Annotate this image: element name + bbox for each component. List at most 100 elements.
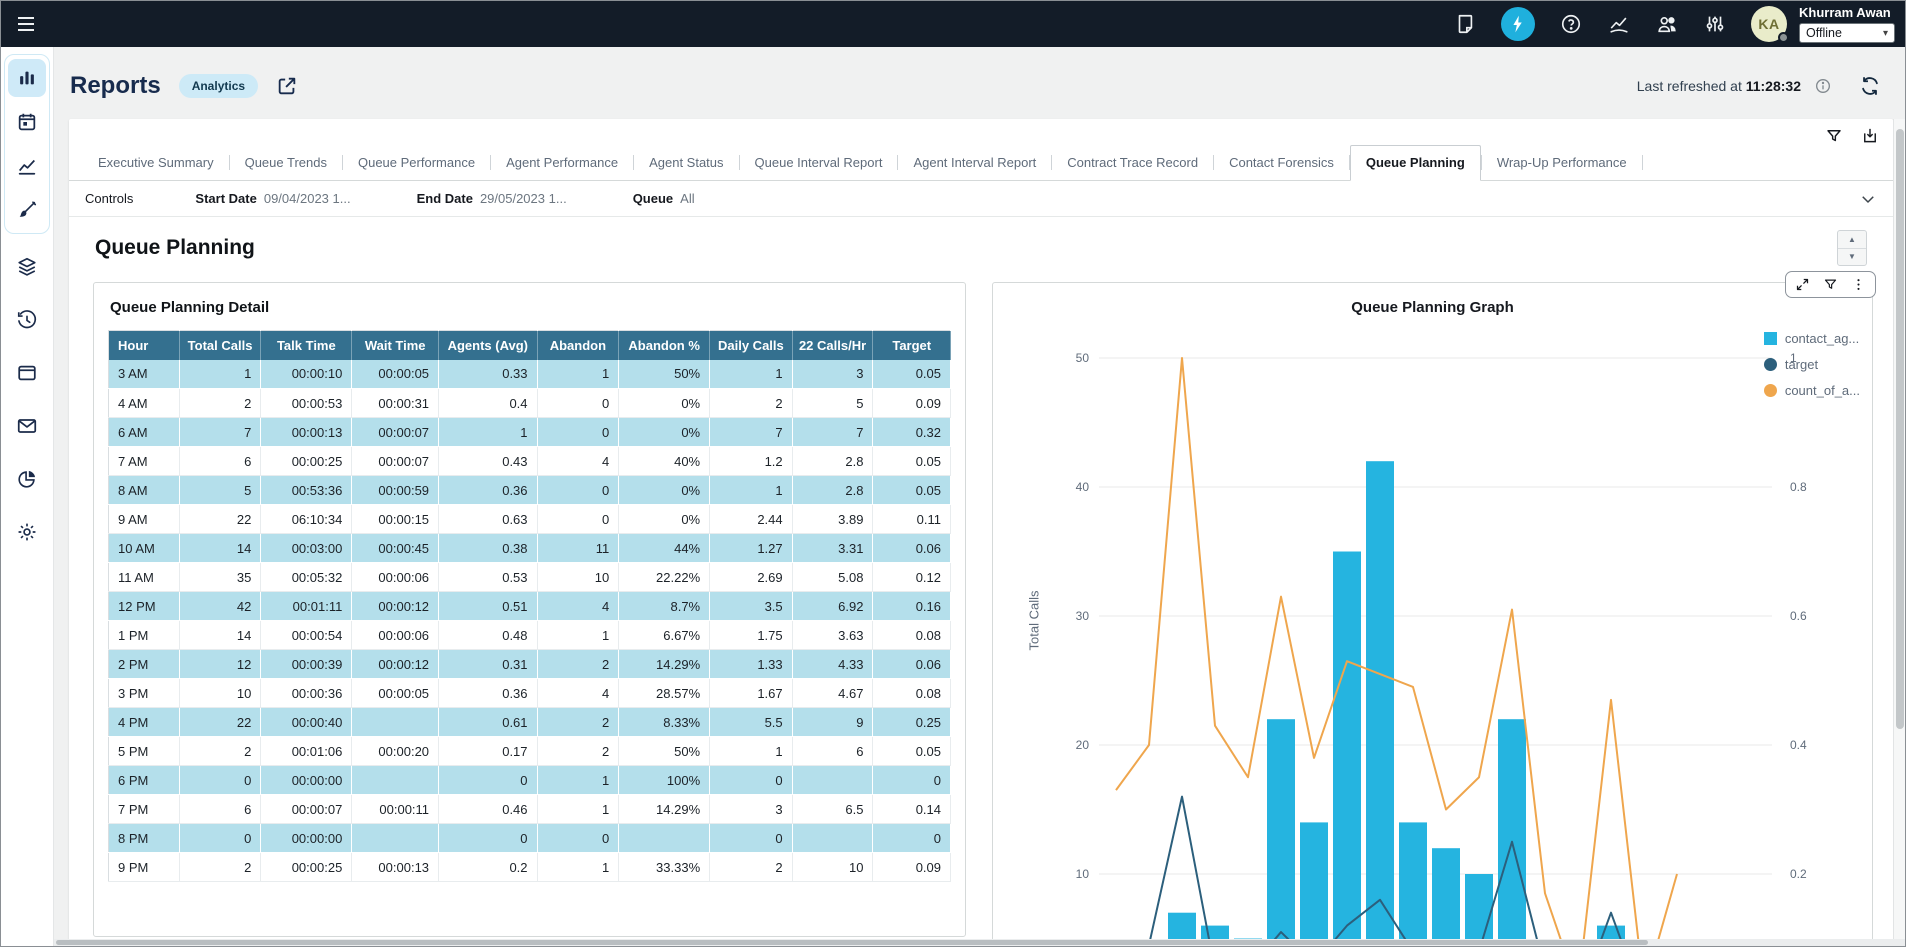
- controls-collapse-chevron-icon[interactable]: [1859, 190, 1877, 208]
- expand-icon[interactable]: [1795, 277, 1810, 292]
- table-cell: 0.14: [873, 795, 951, 824]
- table-row-4-pm: 4 PM2200:00:400.6128.33%5.590.25: [109, 708, 951, 737]
- bar-2-pm[interactable]: [1432, 848, 1460, 941]
- table-cell: 1.33: [710, 650, 793, 679]
- bar-11-am[interactable]: [1333, 552, 1361, 942]
- table-cell: 10: [792, 853, 873, 882]
- column-header-talk-time[interactable]: Talk Time: [261, 331, 352, 360]
- sidebar-item-layers[interactable]: [8, 248, 46, 286]
- queue-planning-detail-panel: Queue Planning Detail HourTotal CallsTal…: [93, 282, 966, 937]
- info-icon[interactable]: [1815, 78, 1831, 94]
- sidebar-item-settings[interactable]: [8, 513, 46, 551]
- sliders-icon[interactable]: [1703, 12, 1727, 36]
- table-cell: 10 AM: [109, 534, 180, 563]
- vertical-scrollbar-thumb[interactable]: [1896, 129, 1904, 729]
- column-header-wait-time[interactable]: Wait Time: [352, 331, 439, 360]
- bar-10-am[interactable]: [1300, 822, 1328, 941]
- sidebar-item-design[interactable]: [8, 191, 46, 229]
- legend-item-contact-ag[interactable]: contact_ag...: [1764, 331, 1860, 346]
- bar-9-am[interactable]: [1267, 719, 1295, 941]
- bar-12-pm[interactable]: [1366, 461, 1394, 941]
- tab-queue-trends[interactable]: Queue Trends: [230, 146, 342, 180]
- scroll-up-button[interactable]: ▲: [1838, 231, 1866, 249]
- avatar[interactable]: KA: [1751, 6, 1787, 42]
- table-cell: 8.33%: [619, 708, 710, 737]
- history-icon: [16, 309, 38, 331]
- user-name: Khurram Awan: [1799, 5, 1895, 20]
- hamburger-menu-icon[interactable]: [14, 12, 38, 36]
- table-cell: 9: [792, 708, 873, 737]
- sidebar-group: [4, 54, 50, 234]
- filter-icon[interactable]: [1823, 277, 1838, 292]
- status-select[interactable]: Offline ▾: [1799, 23, 1895, 43]
- tab-queue-performance[interactable]: Queue Performance: [343, 146, 490, 180]
- sidebar-item-reports[interactable]: [8, 59, 46, 97]
- column-header-hour[interactable]: Hour: [109, 331, 180, 360]
- column-header-agents-avg[interactable]: Agents (Avg): [439, 331, 538, 360]
- table-cell: 42: [179, 592, 261, 621]
- sidebar-item-window[interactable]: [8, 354, 46, 392]
- vertical-scrollbar[interactable]: [1893, 119, 1905, 941]
- left-axis-tick: 10: [1076, 867, 1090, 881]
- users-icon[interactable]: [1655, 12, 1679, 36]
- tab-contract-trace-record[interactable]: Contract Trace Record: [1052, 146, 1213, 180]
- table-cell: 0.33: [439, 360, 538, 389]
- tab-agent-status[interactable]: Agent Status: [634, 146, 738, 180]
- external-link-icon[interactable]: [276, 75, 298, 97]
- column-header-target[interactable]: Target: [873, 331, 951, 360]
- lightning-icon[interactable]: [1501, 7, 1535, 41]
- scroll-down-button[interactable]: ▼: [1838, 249, 1866, 266]
- sidebar-item-history[interactable]: [8, 301, 46, 339]
- table-cell: 4: [537, 447, 619, 476]
- tab-agent-interval-report[interactable]: Agent Interval Report: [898, 146, 1051, 180]
- control-value[interactable]: All: [680, 191, 694, 206]
- table-cell: 00:05:32: [261, 563, 352, 592]
- table-cell: 22: [179, 505, 261, 534]
- control-value[interactable]: 09/04/2023 1...: [264, 191, 351, 206]
- kebab-menu-icon[interactable]: [1851, 277, 1866, 292]
- note-icon[interactable]: [1453, 12, 1477, 36]
- bar-6-am[interactable]: [1168, 913, 1196, 941]
- sidebar-item-calendar[interactable]: [8, 103, 46, 141]
- column-header-abandon[interactable]: Abandon %: [619, 331, 710, 360]
- table-cell: 0.08: [873, 679, 951, 708]
- line-series-target[interactable]: [1116, 797, 1677, 941]
- tab-agent-performance[interactable]: Agent Performance: [491, 146, 633, 180]
- help-icon[interactable]: [1559, 12, 1583, 36]
- column-header-abandon[interactable]: Abandon: [537, 331, 619, 360]
- line-series-count-of-a[interactable]: [1116, 358, 1677, 941]
- refresh-icon[interactable]: [1859, 75, 1881, 97]
- control-start-date[interactable]: Start Date09/04/2023 1...: [195, 191, 350, 206]
- sidebar-item-pie[interactable]: [8, 460, 46, 498]
- horizontal-scrollbar[interactable]: [54, 939, 1905, 946]
- column-header-22-calls-hr[interactable]: 22 Calls/Hr: [792, 331, 873, 360]
- tab-wrap-up-performance[interactable]: Wrap-Up Performance: [1482, 146, 1642, 180]
- export-icon[interactable]: [1861, 127, 1879, 145]
- sidebar-item-trends[interactable]: [8, 147, 46, 185]
- tab-queue-planning[interactable]: Queue Planning: [1350, 145, 1481, 181]
- bar-1-pm[interactable]: [1399, 822, 1427, 941]
- legend-item-count-of-a[interactable]: count_of_a...: [1764, 383, 1860, 398]
- column-header-daily-calls[interactable]: Daily Calls: [710, 331, 793, 360]
- gear-icon: [16, 521, 38, 543]
- legend-item-target[interactable]: target: [1764, 357, 1860, 372]
- table-cell: 11: [537, 534, 619, 563]
- chart-title: Queue Planning Graph: [993, 299, 1872, 316]
- controls-row: Controls Start Date09/04/2023 1...End Da…: [69, 181, 1893, 217]
- filter-icon[interactable]: [1825, 127, 1843, 145]
- line-chart-icon[interactable]: [1607, 12, 1631, 36]
- tab-executive-summary[interactable]: Executive Summary: [83, 146, 229, 180]
- table-cell: 5.5: [710, 708, 793, 737]
- sidebar-item-mail[interactable]: [8, 407, 46, 445]
- table-cell: 00:00:40: [261, 708, 352, 737]
- table-cell: [792, 824, 873, 853]
- bar-3-pm[interactable]: [1465, 874, 1493, 941]
- tab-queue-interval-report[interactable]: Queue Interval Report: [740, 146, 898, 180]
- control-value[interactable]: 29/05/2023 1...: [480, 191, 567, 206]
- control-queue[interactable]: QueueAll: [633, 191, 695, 206]
- tab-contact-forensics[interactable]: Contact Forensics: [1214, 146, 1349, 180]
- horizontal-scrollbar-thumb[interactable]: [56, 940, 1648, 945]
- control-end-date[interactable]: End Date29/05/2023 1...: [417, 191, 567, 206]
- bar-4-pm[interactable]: [1498, 719, 1526, 941]
- column-header-total-calls[interactable]: Total Calls: [179, 331, 261, 360]
